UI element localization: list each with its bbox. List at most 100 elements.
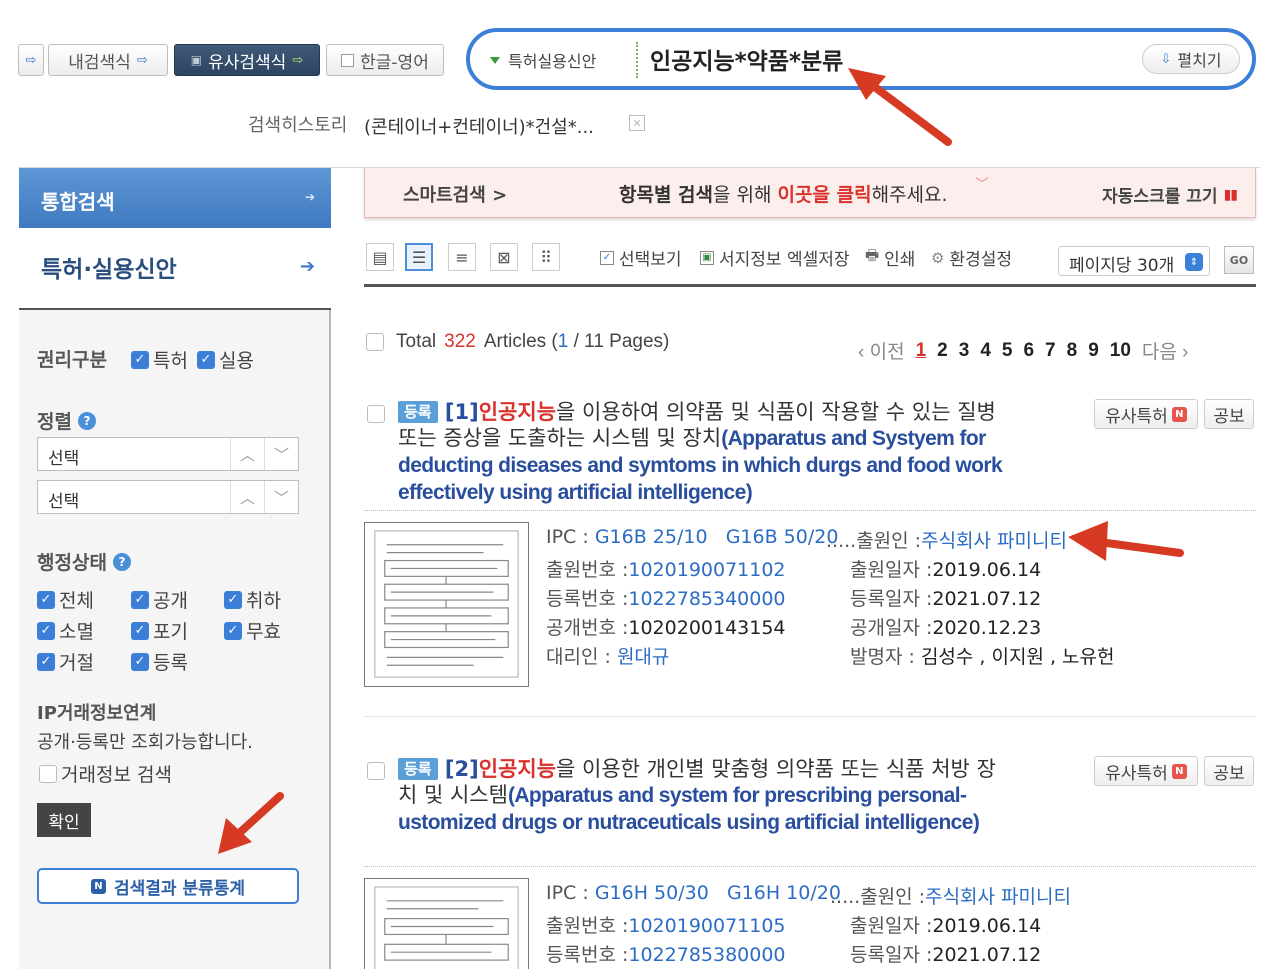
total-articles: Articles (1 / 11 Pages) xyxy=(484,331,670,353)
patent-drawing-thumbnail[interactable] xyxy=(364,878,529,969)
chevron-down-icon[interactable]: ﹀ xyxy=(264,481,298,513)
page-link[interactable]: 5 xyxy=(1002,340,1013,362)
go-button[interactable]: GO xyxy=(1224,246,1254,274)
result-title[interactable]: 등록 [2]인공지능을 이용한 개인별 맞춤형 의약품 또는 식품 처방 장치 … xyxy=(398,756,1008,836)
prev-page-link[interactable]: ‹ 이전 xyxy=(858,337,905,364)
drawing-image xyxy=(374,530,519,678)
gazette-button[interactable]: 공보 xyxy=(1204,756,1254,786)
agent-link[interactable]: 원대규 xyxy=(617,646,669,668)
status-checkbox-invalid[interactable]: ✓ 무효 xyxy=(224,617,281,644)
hangul-english-checkbox[interactable] xyxy=(341,53,355,67)
result-checkbox[interactable] xyxy=(367,762,385,780)
result-title[interactable]: 등록 [1]인공지능을 이용하여 의약품 및 식품이 작용할 수 있는 질병 또… xyxy=(398,399,1008,506)
page-link[interactable]: 4 xyxy=(980,340,991,362)
page-link[interactable]: 9 xyxy=(1088,340,1099,362)
ipc-link[interactable]: G16B 25/10 xyxy=(595,526,708,548)
excel-export-button[interactable]: ▣ 서지정보 엑셀저장 xyxy=(700,245,850,270)
next-page-link[interactable]: 다음 › xyxy=(1142,337,1189,364)
help-icon[interactable]: ? xyxy=(77,411,96,430)
rights-checkbox-patent[interactable]: ✓ 특허 xyxy=(131,346,188,373)
click-here-link[interactable]: 이곳을 클릭 xyxy=(778,184,872,206)
page-link[interactable]: 7 xyxy=(1045,340,1056,362)
smart-search-link[interactable]: 스마트검색 > xyxy=(403,181,507,207)
sort-heading: 정렬 ? xyxy=(37,407,96,434)
result-divider xyxy=(364,866,1256,867)
sort-select-1[interactable]: 선택 ︿ ﹀ xyxy=(37,437,299,471)
application-number-link[interactable]: 1020190071105 xyxy=(628,915,785,937)
applicant-link[interactable]: 주식회사 파미니티 xyxy=(921,530,1067,552)
patent-drawing-thumbnail[interactable] xyxy=(364,522,529,687)
expand-button[interactable]: ⇩ 펼치기 xyxy=(1142,44,1240,74)
status-checkbox-registered[interactable]: ✓ 등록 xyxy=(131,648,188,675)
expand-label: 펼치기 xyxy=(1177,51,1222,70)
page-link[interactable]: 2 xyxy=(937,340,948,362)
field-value: 2020.12.23 xyxy=(932,617,1042,639)
select-view-button[interactable]: ✓ 선택보기 xyxy=(600,245,682,270)
chevron-up-icon[interactable]: ︿ xyxy=(230,481,264,513)
applicant-link[interactable]: 주식회사 파미니티 xyxy=(925,886,1071,908)
page-link[interactable]: 3 xyxy=(959,340,970,362)
title-text: 을 이용하여 의 xyxy=(556,400,686,424)
field-label: IPC : xyxy=(546,526,589,548)
sidebar-item-integrated-search[interactable]: 통합검색 ➔ xyxy=(19,168,331,228)
page-link[interactable]: 8 xyxy=(1067,340,1078,362)
per-page-select[interactable]: 페이지당 30개 ⇕ xyxy=(1058,246,1210,276)
rights-checkbox-utility[interactable]: ✓ 실용 xyxy=(197,346,254,373)
ipc-link[interactable]: G16B 50/20 xyxy=(726,526,839,548)
field-label: 출원일자 : xyxy=(850,915,933,937)
printer-icon: 🖶 xyxy=(865,246,880,264)
status-checkbox-rejected[interactable]: ✓ 거절 xyxy=(37,648,94,675)
arrow-out-icon: ⇨ xyxy=(292,52,304,68)
search-scope-select[interactable]: 특허실용신안 xyxy=(490,48,596,72)
registration-number-link[interactable]: 1022785380000 xyxy=(628,944,785,966)
sidebar-item-label: 특허·실용신안 xyxy=(41,257,177,283)
status-checkbox-withdrawn[interactable]: ✓ 취하 xyxy=(224,586,281,613)
prev-toolbar-button[interactable]: ⇨ xyxy=(18,44,44,76)
field-label: 발명자 : xyxy=(850,646,915,668)
classification-stats-button[interactable]: N 검색결과 분류통계 xyxy=(37,868,299,904)
status-checkbox-public[interactable]: ✓ 공개 xyxy=(131,586,188,613)
view-text-icon[interactable]: ≡ xyxy=(448,243,476,271)
chevron-up-icon[interactable]: ︿ xyxy=(230,438,264,470)
application-number-link[interactable]: 1020190071102 xyxy=(628,559,785,581)
similar-search-button[interactable]: ▣ 유사검색식 ⇨ xyxy=(174,44,320,76)
page-link[interactable]: 10 xyxy=(1110,340,1131,362)
search-history-item[interactable]: (콘테이너+컨테이너)*건설*... xyxy=(364,113,594,139)
chevron-down-icon[interactable]: ﹀ xyxy=(264,438,298,470)
smart-search-banner[interactable]: 스마트검색 > 항목별 검색을 위해 이곳을 클릭해주세요. ﹀ 자동스크롤 끄… xyxy=(364,168,1256,218)
field-value: 2019.06.14 xyxy=(932,559,1042,581)
auto-scroll-toggle[interactable]: 자동스크롤 끄기 ▮▮ xyxy=(1102,182,1238,208)
sort-select-2[interactable]: 선택 ︿ ﹀ xyxy=(37,480,299,514)
confirm-button[interactable]: 확인 xyxy=(37,803,91,837)
page-link[interactable]: 6 xyxy=(1023,340,1034,362)
view-detail-icon[interactable]: ☰ xyxy=(405,243,433,271)
help-icon[interactable]: ? xyxy=(112,552,131,571)
status-checkbox-all[interactable]: ✓ 전체 xyxy=(37,586,94,613)
sidebar-item-patent[interactable]: 특허·실용신안 ➔ xyxy=(19,228,331,310)
expand-icon: ⇩ xyxy=(1160,51,1172,67)
hangul-english-toggle[interactable]: 한글-영어 xyxy=(326,44,444,76)
view-image-icon[interactable]: ⊠ xyxy=(490,243,518,271)
view-grid-icon[interactable]: ⠿ xyxy=(532,243,560,271)
close-icon[interactable]: ✕ xyxy=(629,115,645,131)
status-checkbox-abandoned[interactable]: ✓ 포기 xyxy=(131,617,188,644)
registration-number-field: 등록번호 :1022785340000 xyxy=(546,584,786,611)
trade-search-checkbox[interactable]: 거래정보 검색 xyxy=(39,760,172,787)
my-search-button[interactable]: 내검색식 ⇨ xyxy=(48,44,168,76)
search-input[interactable]: 인공지능*약품*분류 xyxy=(650,42,843,76)
gazette-button[interactable]: 공보 xyxy=(1204,399,1254,429)
print-button[interactable]: 🖶 인쇄 xyxy=(865,245,915,270)
similar-patent-button[interactable]: 유사특허 N xyxy=(1094,756,1198,786)
similar-patent-button[interactable]: 유사특허 N xyxy=(1094,399,1198,429)
settings-button[interactable]: ⚙ 환경설정 xyxy=(931,245,1012,271)
ipc-link[interactable]: G16H 10/20 xyxy=(727,882,841,904)
status-checkbox-extinct[interactable]: ✓ 소멸 xyxy=(37,617,94,644)
view-list-thumb-icon[interactable]: ▤ xyxy=(366,243,394,271)
result-checkbox[interactable] xyxy=(367,405,385,423)
ipc-link[interactable]: G16H 50/30 xyxy=(595,882,709,904)
result-number: [1] xyxy=(444,400,479,424)
registration-number-link[interactable]: 1022785340000 xyxy=(628,588,785,610)
page-link[interactable]: 1 xyxy=(916,340,927,362)
select-all-checkbox[interactable] xyxy=(366,333,384,351)
msg-bold: 항목별 검색 xyxy=(619,184,714,206)
